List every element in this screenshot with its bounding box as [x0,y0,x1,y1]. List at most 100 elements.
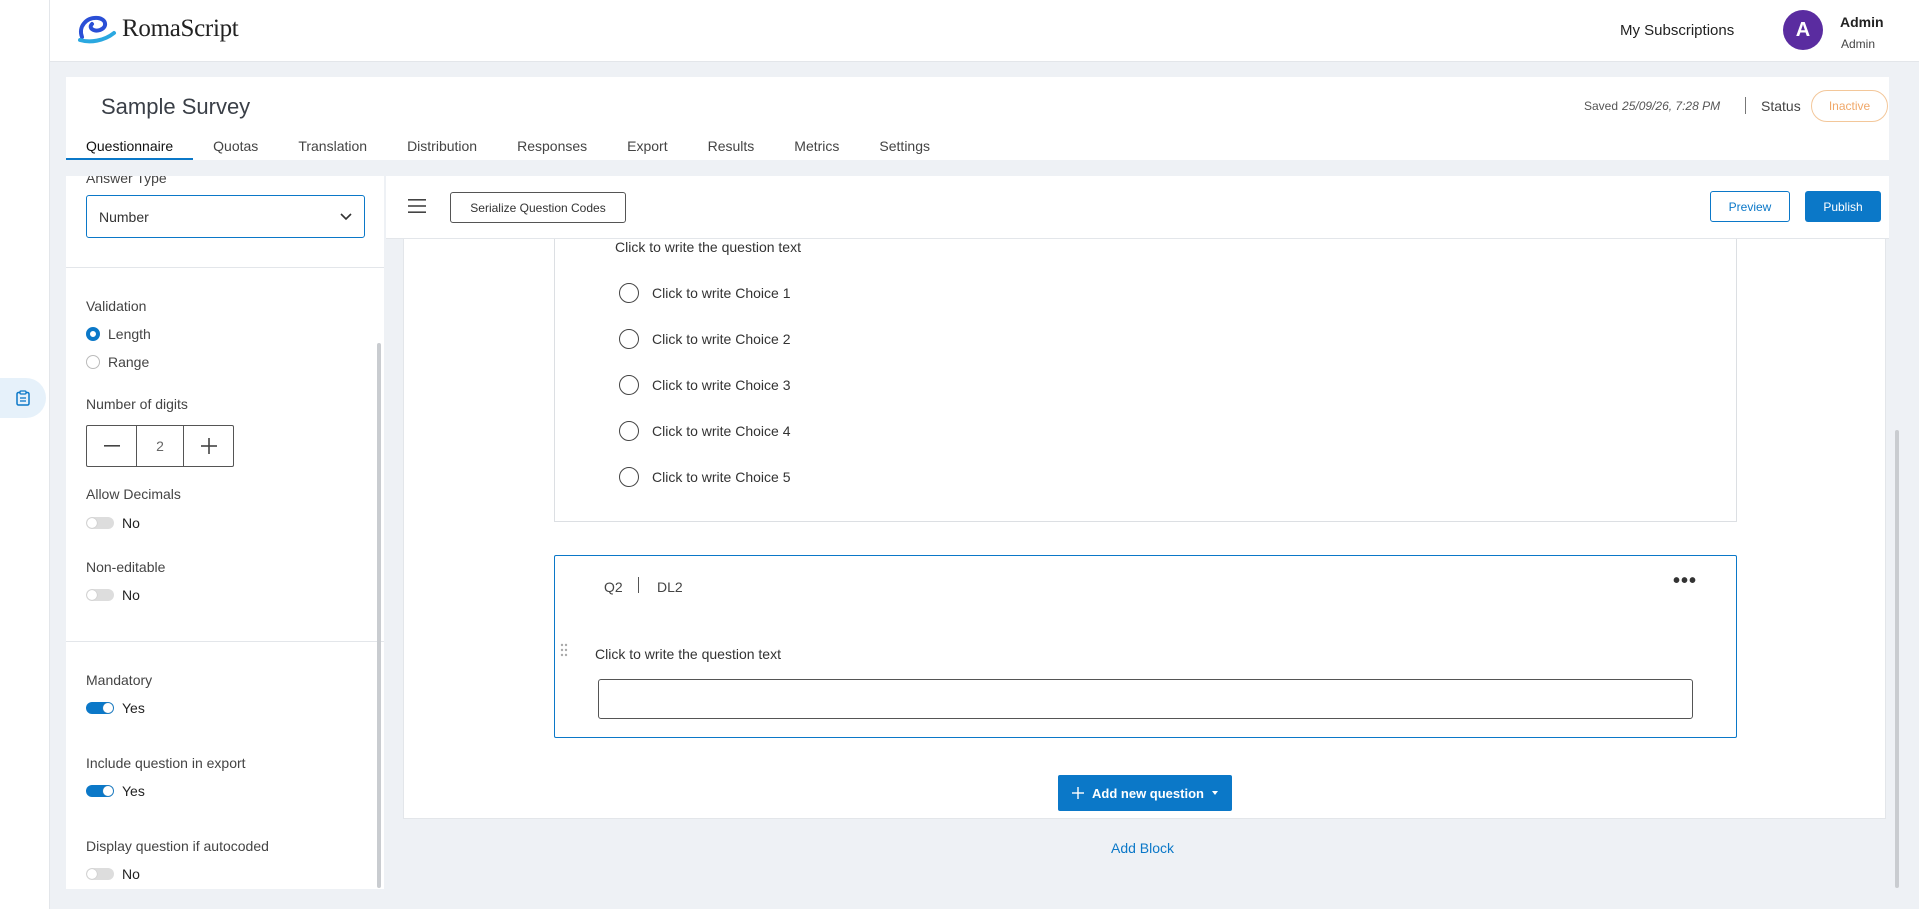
tab-export[interactable]: Export [607,134,687,160]
saved-indicator: Saved 25/09/26, 7:28 PM [1584,99,1720,113]
question-code[interactable]: Q2 [604,579,623,595]
allow-decimals-toggle-row: No [86,515,140,531]
radio-icon[interactable] [619,467,639,487]
radio-unselected-icon[interactable] [86,355,100,369]
question-type-code[interactable]: DL2 [657,579,683,595]
radio-icon[interactable] [619,421,639,441]
user-role: Admin [1841,37,1876,51]
choice-label[interactable]: Click to write Choice 4 [652,423,791,439]
divider [66,267,384,268]
avatar[interactable]: A [1783,10,1823,50]
allow-decimals-label: Allow Decimals [86,486,181,502]
rail-item-questionnaire[interactable] [0,378,46,418]
tab-results[interactable]: Results [688,134,775,160]
add-new-question-button[interactable]: Add new question [1058,775,1232,811]
allow-decimals-toggle[interactable] [86,517,114,529]
my-subscriptions-link[interactable]: My Subscriptions [1620,22,1734,39]
serialize-question-codes-button[interactable]: Serialize Question Codes [450,192,626,223]
include-export-toggle[interactable] [86,785,114,797]
question-card-q1[interactable]: Click to write the question text Click t… [554,239,1737,522]
publish-button[interactable]: Publish [1805,191,1881,222]
choice-item[interactable]: Click to write Choice 5 [619,467,791,487]
caret-down-icon [1211,791,1218,795]
mandatory-label: Mandatory [86,672,153,688]
saved-label: Saved [1584,99,1619,113]
status-badge[interactable]: Inactive [1811,90,1888,122]
tab-translation[interactable]: Translation [278,134,387,160]
tab-settings[interactable]: Settings [859,134,950,160]
choice-item[interactable]: Click to write Choice 1 [619,283,791,303]
tab-responses[interactable]: Responses [497,134,607,160]
radio-icon[interactable] [619,329,639,349]
choice-item[interactable]: Click to write Choice 3 [619,375,791,395]
non-editable-toggle[interactable] [86,589,114,601]
chevron-down-icon [340,212,352,220]
survey-tabs: Questionnaire Quotas Translation Distrib… [66,134,950,160]
choice-label[interactable]: Click to write Choice 5 [652,469,791,485]
plus-icon [200,438,217,454]
mandatory-toggle-row: Yes [86,700,145,716]
minus-icon [103,445,120,447]
include-export-label: Include question in export [86,755,246,771]
allow-decimals-value: No [122,515,140,531]
display-autocoded-value: No [122,866,140,882]
choice-item[interactable]: Click to write Choice 2 [619,329,791,349]
increment-button[interactable] [184,426,233,466]
tab-questionnaire[interactable]: Questionnaire [66,134,194,160]
non-editable-value: No [122,587,140,603]
logo-text: RomaScript [122,15,239,42]
clipboard-icon [16,390,30,406]
add-block-link[interactable]: Add Block [1111,840,1174,856]
validation-option-label: Range [108,354,150,370]
mandatory-value: Yes [122,700,145,716]
tab-quotas[interactable]: Quotas [193,134,278,160]
status-label: Status [1761,98,1801,114]
survey-header: Sample Survey Saved 25/09/26, 7:28 PM Sta… [66,77,1889,160]
decrement-button[interactable] [87,426,136,466]
hamburger-menu-icon[interactable] [408,198,426,214]
question-code-divider [638,577,639,593]
digits-stepper: 2 [86,425,234,467]
drag-handle-icon[interactable] [560,643,568,657]
choice-label[interactable]: Click to write Choice 2 [652,331,791,347]
question-text[interactable]: Click to write the question text [615,239,801,255]
tab-metrics[interactable]: Metrics [774,134,859,160]
question-text[interactable]: Click to write the question text [595,646,781,662]
main-scrollbar[interactable] [1895,430,1899,888]
more-options-icon[interactable]: ••• [1673,570,1697,593]
validation-option-length[interactable]: Length [86,326,151,342]
top-bar: RomaScript My Subscriptions A Admin Admi… [50,0,1919,62]
digits-value[interactable]: 2 [136,426,184,466]
status-divider [1745,97,1746,114]
answer-type-value: Number [99,208,149,225]
panel-scrollbar[interactable] [377,343,381,888]
choice-label[interactable]: Click to write Choice 3 [652,377,791,393]
question-card-q2[interactable]: Q2 DL2 ••• Click to write the question t… [554,555,1737,738]
validation-option-label: Length [108,326,151,342]
validation-option-range[interactable]: Range [86,354,149,370]
display-autocoded-toggle[interactable] [86,868,114,880]
answer-type-select[interactable]: Number [86,195,365,238]
logo-mark-icon [78,15,116,44]
display-autocoded-toggle-row: No [86,866,140,882]
question-settings-panel: Answer Type Number Validation Length Ran… [66,176,384,889]
user-name: Admin [1840,14,1884,30]
choice-item[interactable]: Click to write Choice 4 [619,421,791,441]
preview-button[interactable]: Preview [1710,191,1790,222]
mandatory-toggle[interactable] [86,702,114,714]
app-logo[interactable]: RomaScript [76,13,239,45]
tab-distribution[interactable]: Distribution [387,134,497,160]
plus-icon [1072,787,1085,799]
digits-label: Number of digits [86,396,188,412]
radio-icon[interactable] [619,283,639,303]
radio-icon[interactable] [619,375,639,395]
include-export-value: Yes [122,783,145,799]
include-export-toggle-row: Yes [86,783,145,799]
survey-title[interactable]: Sample Survey [101,94,250,120]
radio-selected-icon[interactable] [86,327,100,341]
non-editable-label: Non-editable [86,559,166,575]
validation-label: Validation [86,298,147,314]
answer-text-input[interactable] [598,679,1693,719]
divider [66,641,384,642]
choice-label[interactable]: Click to write Choice 1 [652,285,791,301]
